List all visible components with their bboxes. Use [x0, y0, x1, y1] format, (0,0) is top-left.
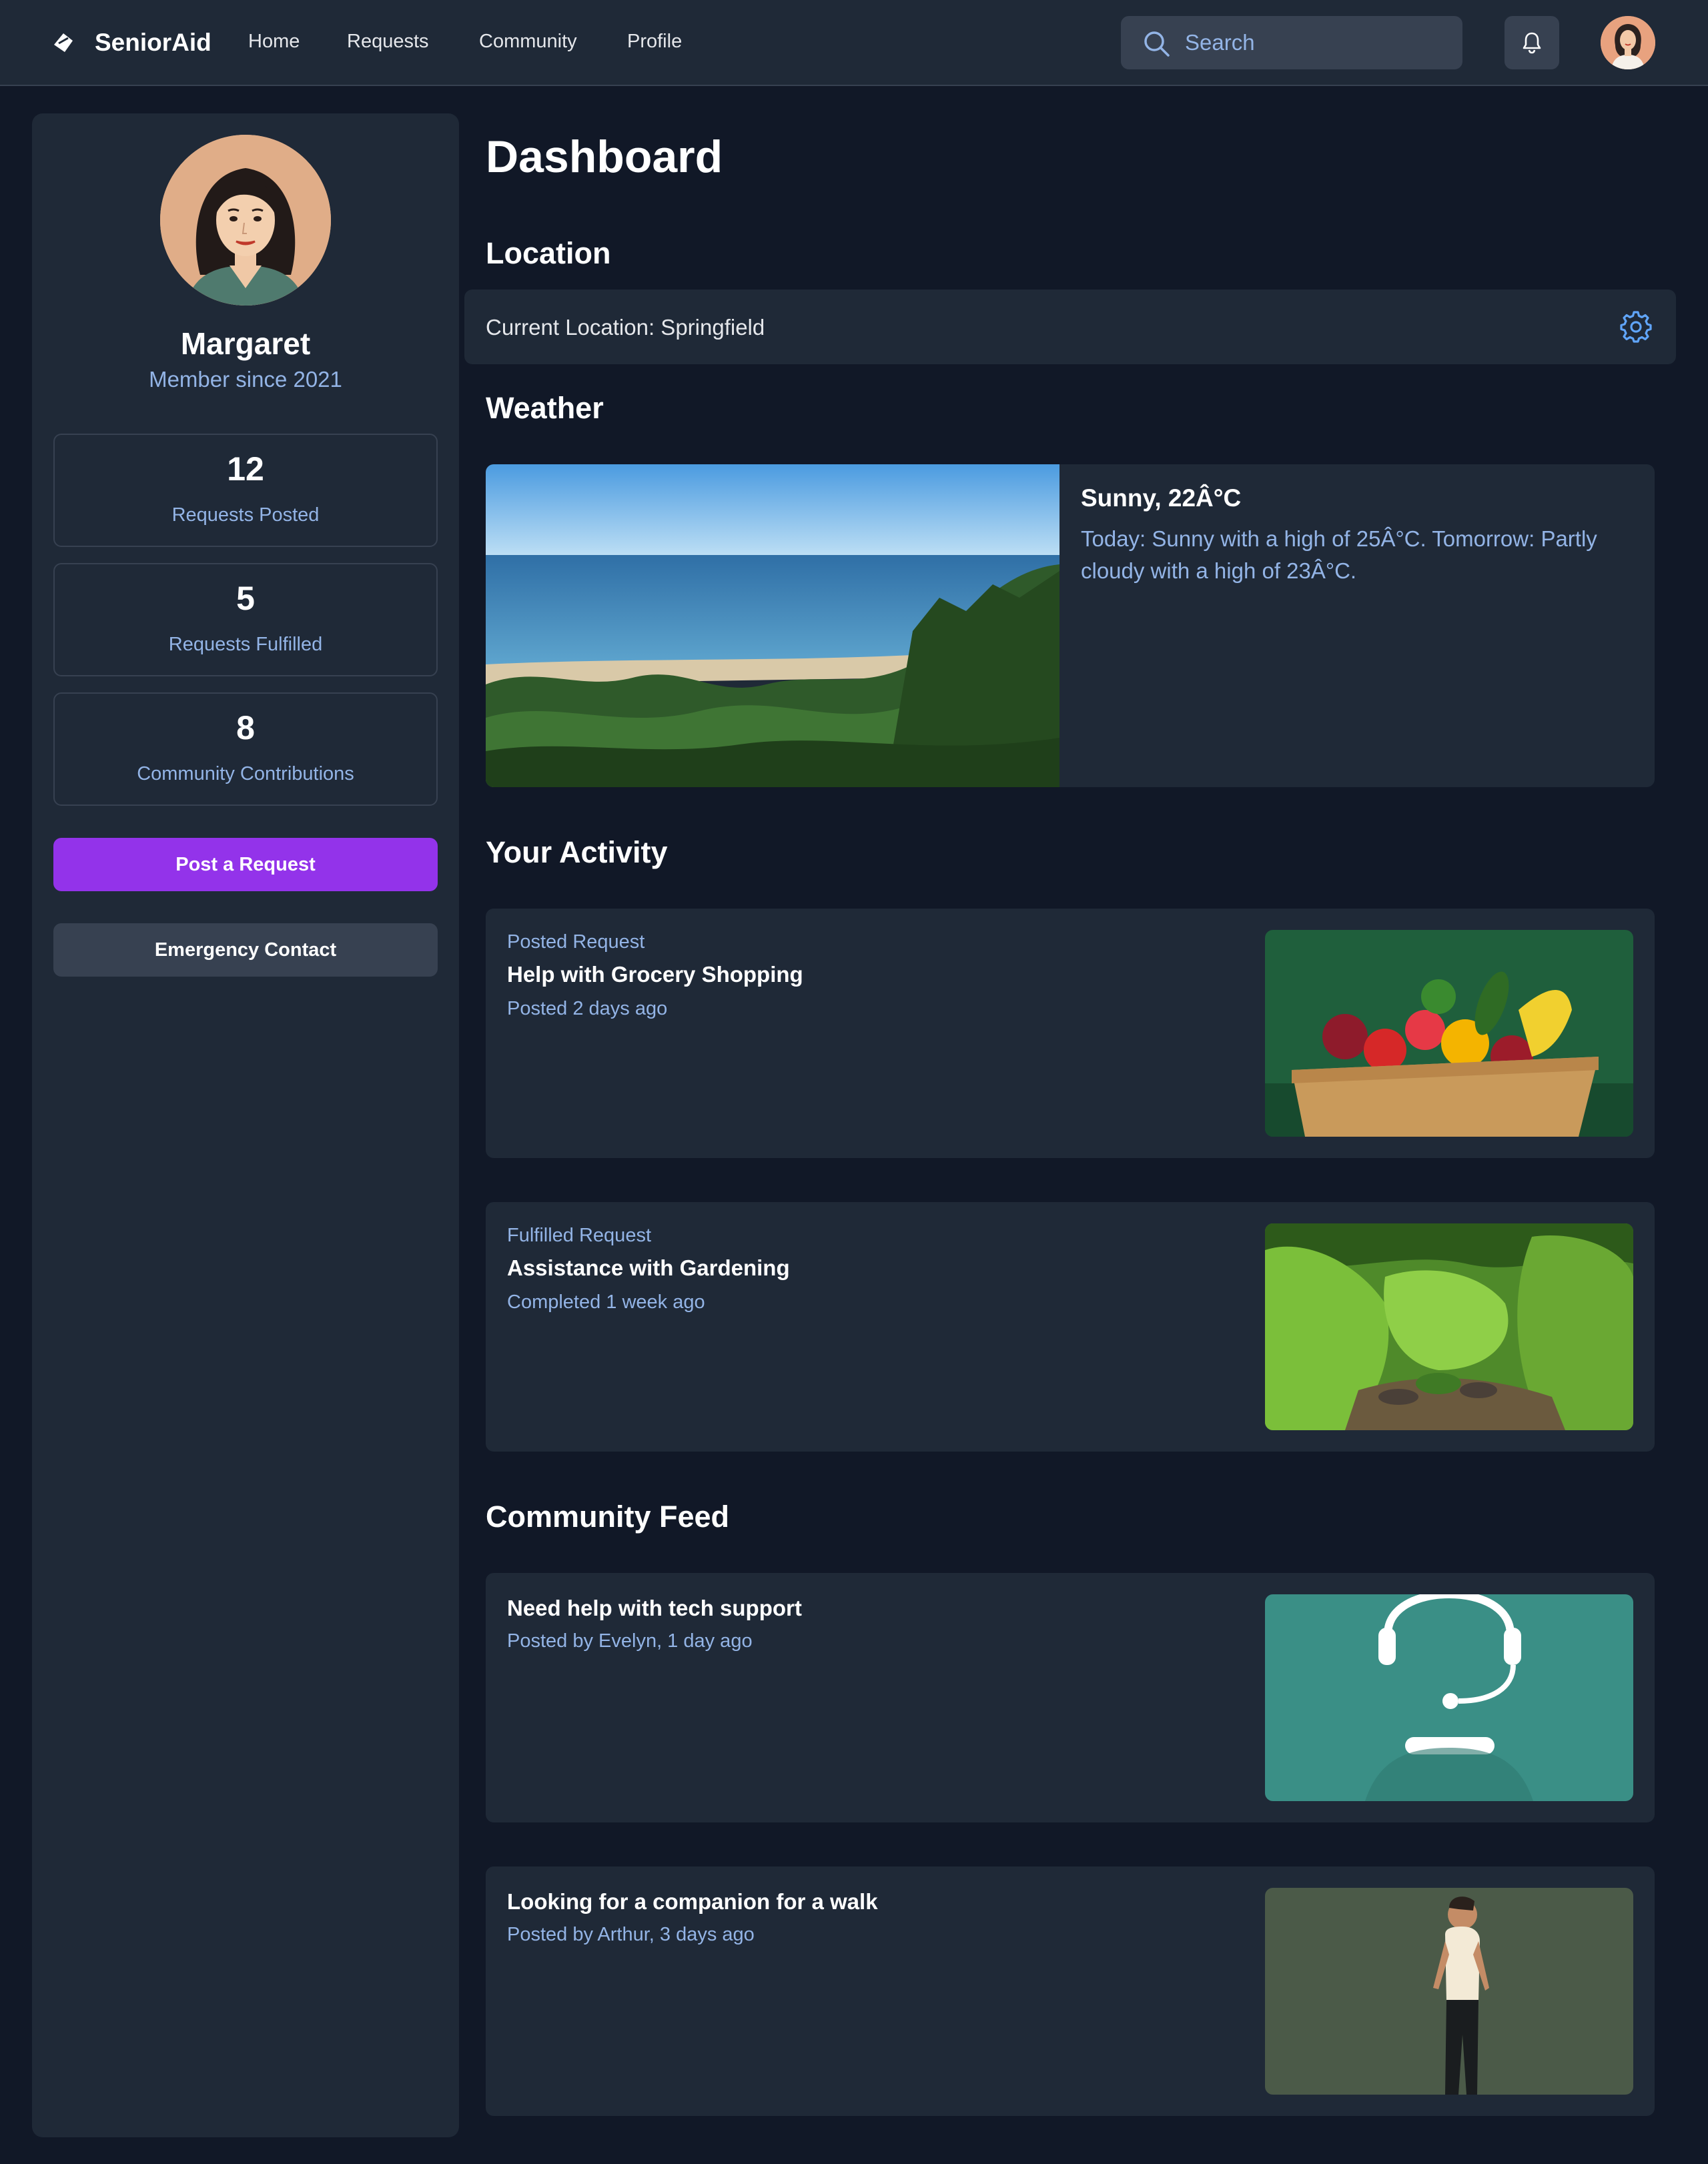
nav-home[interactable]: Home [248, 31, 300, 53]
member-since: Member since 2021 [149, 367, 342, 392]
grocery-image [1265, 930, 1633, 1137]
stat-card-requests-fulfilled: 5 Requests Fulfilled [53, 563, 438, 676]
activity-type: Posted Request [507, 931, 645, 953]
weather-image [486, 464, 1059, 787]
activity-title: Help with Grocery Shopping [507, 962, 803, 987]
activity-title: Assistance with Gardening [507, 1255, 790, 1280]
avatar-portrait-icon [1601, 16, 1655, 69]
garden-image [1265, 1223, 1633, 1430]
nav-community[interactable]: Community [479, 31, 577, 53]
location-heading: Location [486, 236, 611, 270]
profile-avatar [160, 135, 331, 306]
emergency-contact-button[interactable]: Emergency Contact [53, 923, 438, 977]
feed-meta: Posted by Arthur, 3 days ago [507, 1924, 755, 1945]
stat-value: 12 [227, 450, 264, 488]
gear-icon[interactable] [1620, 311, 1652, 343]
bell-icon [1523, 32, 1541, 54]
post-request-button[interactable]: Post a Request [53, 838, 438, 891]
feed-title: Need help with tech support [507, 1596, 802, 1620]
search-icon [1144, 31, 1170, 57]
weather-heading: Weather [486, 391, 604, 425]
activity-type: Fulfilled Request [507, 1225, 651, 1246]
tech-support-image [1265, 1594, 1633, 1801]
notifications-button[interactable] [1505, 16, 1559, 69]
page-title: Dashboard [486, 131, 723, 182]
community-feed-heading: Community Feed [486, 1500, 730, 1534]
nav-profile[interactable]: Profile [627, 31, 682, 53]
stat-label: Requests Posted [171, 504, 320, 526]
brand-name: SeniorAid [95, 29, 211, 56]
stat-card-requests-posted: 12 Requests Posted [53, 434, 438, 547]
brand[interactable]: SeniorAid [52, 28, 211, 57]
walk-companion-image [1265, 1888, 1633, 2095]
search-box[interactable] [1121, 16, 1462, 69]
feed-meta: Posted by Evelyn, 1 day ago [507, 1630, 753, 1652]
search-input[interactable] [1185, 25, 1445, 60]
weather-title: Sunny, 22Â°C [1081, 484, 1242, 512]
activity-meta: Completed 1 week ago [507, 1291, 705, 1313]
profile-sidebar: Margaret Member since 2021 12 Requests P… [32, 113, 459, 2137]
feed-card[interactable]: Need help with tech support Posted by Ev… [486, 1573, 1655, 1822]
stat-value: 5 [236, 580, 255, 617]
user-avatar[interactable] [1601, 16, 1655, 69]
profile-portrait-icon [160, 135, 331, 306]
activity-heading: Your Activity [486, 835, 668, 869]
feed-title: Looking for a companion for a walk [507, 1889, 878, 1914]
weather-card: Sunny, 22Â°C Today: Sunny with a high of… [486, 464, 1655, 787]
top-navigation-bar: SeniorAid Home Requests Community Profil… [0, 0, 1708, 86]
profile-name: Margaret [180, 326, 311, 361]
activity-card[interactable]: Posted Request Help with Grocery Shoppin… [486, 909, 1655, 1158]
stat-card-community-contributions: 8 Community Contributions [53, 692, 438, 806]
location-bar: Current Location: Springfield [464, 290, 1676, 364]
weather-forecast: Today: Sunny with a high of 25Â°C. Tomor… [1081, 526, 1597, 583]
stat-label: Requests Fulfilled [168, 634, 323, 655]
stat-label: Community Contributions [137, 763, 354, 784]
brand-logo-icon [54, 33, 73, 52]
nav-requests[interactable]: Requests [347, 31, 429, 53]
current-location: Current Location: Springfield [486, 315, 765, 340]
stat-value: 8 [236, 709, 255, 746]
activity-meta: Posted 2 days ago [507, 998, 668, 1019]
activity-card[interactable]: Fulfilled Request Assistance with Garden… [486, 1202, 1655, 1452]
feed-card[interactable]: Looking for a companion for a walk Poste… [486, 1866, 1655, 2116]
